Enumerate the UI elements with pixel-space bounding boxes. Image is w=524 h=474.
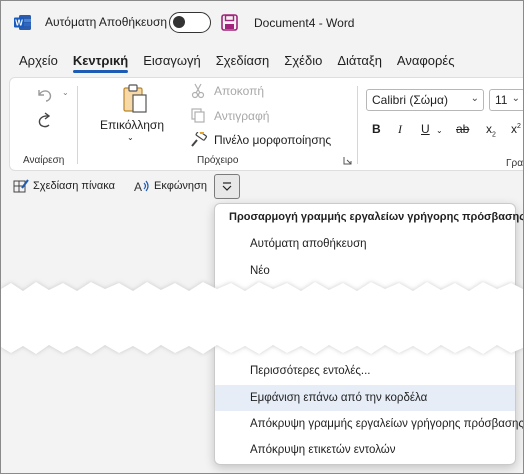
bold-icon[interactable]: B [372, 122, 381, 136]
cut-button[interactable]: Αποκοπή [189, 83, 264, 99]
dictate-button[interactable]: A Εκφώνηση [134, 179, 207, 193]
format-painter-button[interactable]: Πινέλο μορφοποίησης [189, 132, 331, 148]
cut-label: Αποκοπή [214, 84, 265, 98]
word-window: W Αυτόματη Αποθήκευση Document4 - Word Α… [0, 0, 524, 474]
menu-item-hide-qat[interactable]: Απόκρυψη γραμμής εργαλείων γρήγορης πρόσ… [215, 411, 523, 437]
tab-file[interactable]: Αρχείο [19, 53, 58, 72]
font-group-label: Γραμ [506, 158, 523, 169]
title-bar: W Αυτόματη Αποθήκευση Document4 - Word [1, 1, 523, 45]
undo-dropdown-chevron-icon[interactable]: ⌄ [62, 88, 69, 97]
subscript-icon[interactable]: x2 [486, 122, 496, 138]
group-divider [357, 86, 358, 164]
menu-item-hide-command-labels[interactable]: Απόκρυψη ετικετών εντολών [215, 437, 515, 463]
customize-chevron-icon [222, 182, 232, 191]
draw-table-button[interactable]: Σχεδίαση πίνακα [13, 179, 115, 193]
ribbon-tabs: Αρχείο Κεντρική Εισαγωγή Σχεδίαση Σχέδιο… [19, 53, 470, 73]
ribbon-panel: ⌄ Αναίρεση Επικόλληση ⌄ Αποκοπή Αντιγραφ… [9, 77, 523, 171]
tab-insert[interactable]: Εισαγωγή [143, 53, 200, 72]
copy-button[interactable]: Αντιγραφή [189, 108, 269, 124]
quick-access-toolbar: Σχεδίαση πίνακα A Εκφώνηση [9, 173, 241, 203]
svg-text:W: W [15, 19, 23, 28]
word-logo-icon: W [14, 15, 31, 30]
italic-icon[interactable]: I [398, 122, 402, 137]
font-size-select[interactable]: 11 ⌄ [489, 89, 523, 111]
paste-icon[interactable] [121, 83, 149, 115]
undo-icon[interactable] [33, 84, 55, 106]
tab-draw[interactable]: Σχέδιο [284, 53, 322, 72]
autosave-toggle[interactable] [169, 12, 211, 33]
svg-text:A: A [134, 180, 142, 193]
copy-icon [191, 108, 205, 123]
tab-references[interactable]: Αναφορές [397, 53, 455, 72]
customize-qat-button[interactable] [214, 174, 240, 199]
redo-icon[interactable] [34, 109, 56, 131]
document-title: Document4 - Word [254, 16, 355, 30]
dictate-label: Εκφώνηση [154, 180, 207, 192]
undo-group-label: Αναίρεση [23, 155, 65, 166]
font-name-value: Calibri (Σώμα) [372, 93, 448, 107]
clipboard-group-label: Πρόχειρο [197, 155, 239, 166]
font-name-select[interactable]: Calibri (Σώμα) ⌄ [366, 89, 484, 111]
paste-label[interactable]: Επικόλληση [100, 118, 164, 132]
format-painter-icon [191, 132, 208, 147]
menu-item-show-above-ribbon[interactable]: Εμφάνιση επάνω από την κορδέλα [215, 385, 515, 411]
underline-dropdown-chevron-icon[interactable]: ⌄ [436, 126, 443, 135]
dictate-icon: A [134, 180, 149, 193]
superscript-icon[interactable]: x2 [511, 122, 521, 136]
tab-design[interactable]: Σχεδίαση [216, 53, 270, 72]
chevron-down-icon: ⌄ [511, 93, 520, 104]
format-painter-label: Πινέλο μορφοποίησης [214, 133, 332, 147]
draw-table-label: Σχεδίαση πίνακα [33, 180, 115, 192]
menu-heading: Προσαρμογή γραμμής εργαλείων γρήγορης πρ… [229, 211, 524, 223]
menu-item-more-commands[interactable]: Περισσότερες εντολές... [215, 358, 515, 384]
draw-table-icon [13, 179, 29, 193]
menu-item-autosave[interactable]: Αυτόματη αποθήκευση [215, 231, 515, 257]
paste-dropdown-chevron-icon[interactable]: ⌄ [127, 133, 134, 142]
tab-home[interactable]: Κεντρική [72, 53, 129, 73]
font-size-value: 11 [495, 93, 508, 107]
save-icon[interactable] [221, 14, 238, 31]
group-divider [77, 86, 78, 164]
clipboard-launcher-icon[interactable] [343, 156, 352, 165]
copy-label: Αντιγραφή [214, 109, 270, 123]
toggle-knob [173, 16, 185, 28]
scissors-icon [191, 83, 205, 99]
autosave-label: Αυτόματη Αποθήκευση [45, 15, 168, 29]
torn-paper-break [1, 282, 523, 354]
chevron-down-icon: ⌄ [470, 93, 479, 104]
underline-icon[interactable]: U [421, 122, 430, 136]
tab-layout[interactable]: Διάταξη [337, 53, 382, 72]
strikethrough-icon[interactable]: ab [456, 122, 469, 136]
